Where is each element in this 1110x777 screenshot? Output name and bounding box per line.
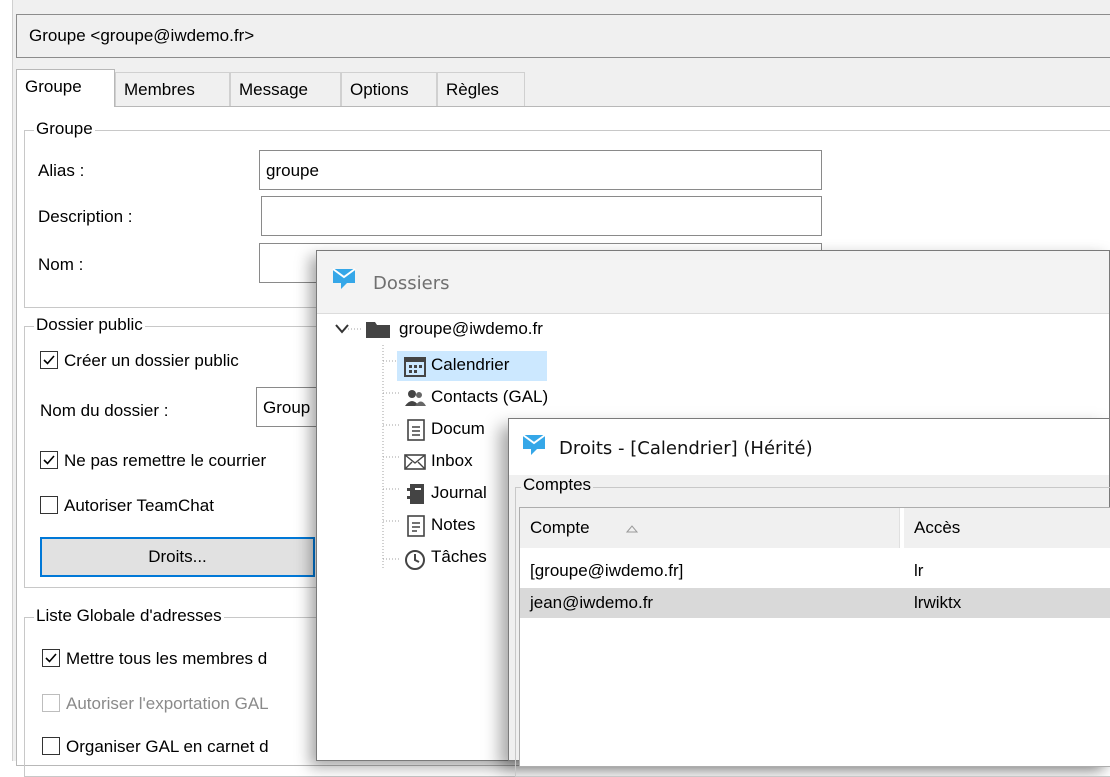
description-label: Description :: [38, 207, 133, 226]
no-deliver-checkbox[interactable]: [40, 451, 58, 469]
tree-item-contacts[interactable]: Contacts (GAL): [431, 387, 548, 407]
sort-ascending-icon: [626, 525, 638, 533]
accounts-legend: Comptes: [521, 475, 594, 495]
checkmark-icon: [43, 355, 55, 365]
tree-item-taches[interactable]: Tâches: [431, 547, 487, 567]
group-section-legend: Groupe: [34, 119, 95, 139]
notes-icon: [407, 515, 425, 537]
alias-label: Alias :: [38, 161, 85, 180]
organize-gal-label: Organiser GAL en carnet d: [66, 737, 269, 756]
row-account: jean@iwdemo.fr: [530, 593, 654, 612]
alias-value: groupe: [266, 161, 319, 180]
app-logo-icon: [332, 268, 356, 289]
export-gal-label: Autoriser l'exportation GAL: [66, 694, 269, 713]
row-account: [groupe@iwdemo.fr]: [530, 561, 684, 580]
contacts-icon: [405, 390, 426, 406]
folder-name-label: Nom du dossier :: [40, 401, 169, 420]
clock-icon: [405, 550, 425, 570]
column-header-access[interactable]: Accès: [904, 508, 1110, 548]
rights-title: Droits - [Calendrier] (Hérité): [559, 438, 813, 459]
folders-title-bar: Dossiers: [317, 251, 1109, 314]
checkmark-icon: [45, 653, 57, 663]
table-row[interactable]: jean@iwdemo.fr lrwiktx: [520, 588, 1110, 618]
accounts-list[interactable]: Compte Accès [groupe@iwdemo.fr] lr jean@…: [519, 507, 1110, 767]
alias-field[interactable]: groupe: [259, 150, 822, 190]
mail-icon: [404, 454, 426, 470]
folders-title: Dossiers: [373, 273, 450, 294]
gal-legend: Liste Globale d'adresses: [34, 606, 224, 626]
name-label: Nom :: [38, 255, 84, 274]
folder-name-value: Group: [263, 398, 311, 417]
tab-message[interactable]: Message: [230, 72, 341, 106]
tree-item-inbox[interactable]: Inbox: [431, 451, 473, 471]
create-public-folder-label: Créer un dossier public: [64, 351, 239, 370]
rights-title-bar: Droits - [Calendrier] (Hérité): [509, 419, 1109, 475]
rights-button[interactable]: Droits...: [40, 537, 315, 577]
export-gal-checkbox[interactable]: [42, 694, 60, 712]
chevron-down-icon[interactable]: [335, 323, 349, 335]
tree-item-journal[interactable]: Journal: [431, 483, 487, 503]
checkmark-icon: [43, 455, 55, 465]
organize-gal-checkbox[interactable]: [42, 737, 60, 755]
column-header-account[interactable]: Compte: [520, 508, 900, 548]
tree-root-label[interactable]: groupe@iwdemo.fr: [399, 319, 543, 339]
table-row[interactable]: [groupe@iwdemo.fr] lr: [520, 556, 1110, 586]
folder-icon: [366, 322, 390, 338]
all-members-checkbox[interactable]: [42, 649, 60, 667]
document-icon: [407, 419, 425, 441]
teamchat-label: Autoriser TeamChat: [64, 496, 214, 515]
tab-regles[interactable]: Règles: [437, 72, 525, 106]
tab-membres[interactable]: Membres: [115, 72, 230, 106]
public-folder-legend: Dossier public: [34, 315, 145, 335]
tree-item-notes[interactable]: Notes: [431, 515, 475, 535]
tab-groupe[interactable]: Groupe: [16, 69, 115, 107]
row-access: lr: [914, 561, 924, 580]
rights-window: Droits - [Calendrier] (Hérité) Comptes C…: [508, 418, 1110, 777]
description-field[interactable]: [261, 196, 822, 236]
teamchat-checkbox[interactable]: [40, 496, 58, 514]
no-deliver-label: Ne pas remettre le courrier: [64, 451, 267, 470]
all-members-label: Mettre tous les membres d: [66, 649, 268, 668]
tree-item-label: Calendrier: [431, 355, 510, 374]
window-title: Groupe <groupe@iwdemo.fr>: [29, 26, 255, 45]
row-access: lrwiktx: [914, 593, 962, 612]
tab-options[interactable]: Options: [341, 72, 437, 106]
create-public-folder-checkbox[interactable]: [40, 351, 58, 369]
window-title-bar: Groupe <groupe@iwdemo.fr>: [16, 14, 1110, 58]
calendar-icon: [404, 357, 426, 377]
journal-icon: [407, 484, 424, 504]
tree-item-documents[interactable]: Docum: [431, 419, 485, 439]
column-header-account-label: Compte: [530, 518, 590, 537]
app-logo-icon: [522, 434, 546, 455]
